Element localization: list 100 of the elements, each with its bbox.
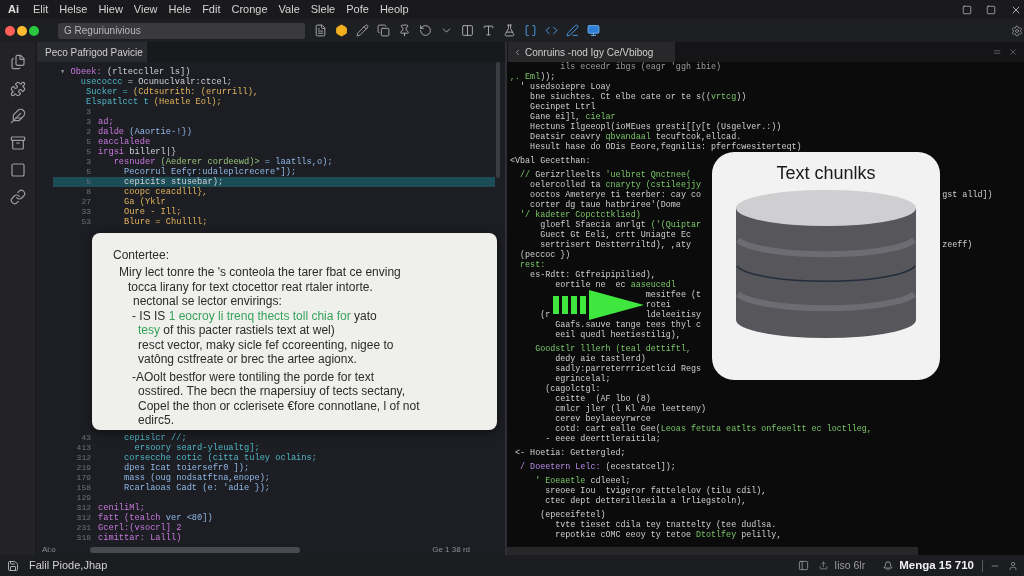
code-line: Hectuns Ilgeeopl(ioMEues gresti[[y[t (Usgelver.:)) xyxy=(530,122,782,132)
menu-item[interactable]: Elit xyxy=(33,1,49,18)
link-icon[interactable] xyxy=(9,189,26,205)
window-square-icon[interactable] xyxy=(986,4,996,15)
menu-item[interactable]: Hele xyxy=(168,1,192,18)
line-number: 318 xyxy=(76,533,91,543)
line-number: 27 xyxy=(81,197,91,207)
code-line: (epeceifetel) xyxy=(540,510,606,520)
pen-icon[interactable] xyxy=(566,24,579,37)
line-number: 312 xyxy=(76,453,91,463)
brackets-icon[interactable] xyxy=(524,24,537,37)
menu-item[interactable]: Hiew xyxy=(98,1,123,18)
flask-icon[interactable] xyxy=(503,24,516,37)
code-line: ctec dept detterilleeila a lrliegstoln), xyxy=(545,496,747,506)
code-line: fatt (tealch ver <80]) xyxy=(98,513,213,523)
line-number: 53 xyxy=(81,217,91,227)
horizontal-scrollbar[interactable] xyxy=(507,547,918,555)
code-line: dalde (Aaortie-!}) xyxy=(98,127,192,137)
code-line: sadly:parreterrricetlcid Regs xyxy=(555,364,701,374)
puzzle-icon[interactable] xyxy=(9,81,26,97)
code-line: cmlcr jler (l Kl Ane leetteny) xyxy=(555,404,706,414)
pencil-icon[interactable] xyxy=(356,24,369,37)
code-line: cotd: cart ealle Gee(Leoas fetuta eatlts onfeeeltt ec loctlleg, xyxy=(555,424,872,434)
cursor-position: Ge 1 38 rd xyxy=(432,544,470,556)
code-line: Oure - Ill; xyxy=(124,207,182,217)
menu-item[interactable]: Pofe xyxy=(346,1,369,18)
columns-icon[interactable] xyxy=(461,24,474,37)
code-line: Blure = Chullll; xyxy=(124,217,208,227)
line-number: 5 xyxy=(86,177,91,187)
code-line: gloefl Sfaecia anrlgt ('(Quiptar xyxy=(540,220,701,230)
line-number: 312 xyxy=(76,503,91,513)
editor-tab[interactable]: Peco Pafrigod Pavicie xyxy=(37,42,147,62)
horizontal-scrollbar[interactable] xyxy=(90,547,300,553)
status-text: Iiso 6lr xyxy=(834,557,866,573)
settings-icon[interactable] xyxy=(1011,24,1023,37)
save-icon[interactable] xyxy=(7,559,19,572)
code-line: mass (oug nodsatftna,enope); xyxy=(124,473,271,483)
code-line: cerev beylaeeyrwrce xyxy=(555,414,651,424)
code-fragment: ldeleeitisy xyxy=(645,310,701,320)
archive-icon[interactable] xyxy=(9,135,26,151)
code-line: mesitfee (t xyxy=(645,290,701,300)
panel-icon[interactable] xyxy=(798,560,810,571)
code-line: sreoee Iou tvigeror fattelelov (tilu cdil), xyxy=(545,486,767,496)
code-line: Gecinpet Ltrl xyxy=(530,102,596,112)
code-line: usecoccc = Ocunuclvalr:ctcel; xyxy=(80,77,233,87)
status-position: Menga 15 710 xyxy=(899,557,974,573)
code-line: cimittar: Lalll) xyxy=(98,533,182,543)
code-line: ad; xyxy=(98,117,114,127)
menu-item[interactable]: Heolp xyxy=(379,1,409,18)
code-icon[interactable] xyxy=(545,24,558,37)
code-line: cepicits stusebar); xyxy=(124,177,224,187)
menu-item[interactable]: View xyxy=(133,1,158,18)
code-line: ▾ Obeek: (rlteccller ls]) xyxy=(60,67,191,77)
square-icon[interactable] xyxy=(9,162,26,178)
user-icon[interactable] xyxy=(1008,560,1018,571)
code-line: Gane ei]l, cielar xyxy=(530,112,616,122)
feather-icon[interactable] xyxy=(9,108,26,124)
code-line: dpes Icat toiersefr0 ]); xyxy=(124,463,250,473)
code-line: Goodstlr lllerh (teal dettiftl, xyxy=(535,344,691,354)
search-field[interactable]: G Reguriunivious xyxy=(58,22,305,39)
popup-paragraph: Miry lect tonre the 's conteola the tarer fbat ce enving tocca lirany for text ctocettor reat rtaler intorte. xyxy=(118,265,401,294)
rotate-icon[interactable] xyxy=(419,24,432,37)
code-fragment: zeeff) xyxy=(942,240,973,250)
monitor-icon[interactable] xyxy=(587,24,600,37)
menu-item[interactable]: Helse xyxy=(59,1,88,18)
editor-tab[interactable]: Conruins -nod Igy Ce/Vbibog xyxy=(508,42,675,62)
code-fragment: gst alld]) xyxy=(942,190,993,200)
code-line: Rcarlaoas Cadt (e: 'adie }); xyxy=(124,483,271,493)
text-icon[interactable] xyxy=(482,24,495,37)
copy-icon[interactable] xyxy=(377,24,390,37)
menu-item[interactable]: Fdit xyxy=(202,1,221,18)
line-number: 158 xyxy=(76,483,91,493)
upload-icon[interactable] xyxy=(819,561,829,570)
window-square-icon[interactable] xyxy=(962,4,972,15)
code-line: repotkie cOMC eeoy ty tetoe Dtotlfey pelilly, xyxy=(555,530,782,540)
line-number: 8 xyxy=(86,187,91,197)
menu-item[interactable]: Slele xyxy=(310,1,336,18)
line-number: 5 xyxy=(86,137,91,147)
code-line: ' Eoeaetle cdleeel; xyxy=(535,476,631,486)
line-number: 5 xyxy=(86,167,91,177)
chevron-left-icon[interactable] xyxy=(513,47,522,57)
code-line: rotei xyxy=(645,300,671,310)
code-line: Gcerl:(vsocrl] 2 xyxy=(98,523,182,533)
app-mark: Ai xyxy=(8,2,19,18)
files-icon[interactable] xyxy=(9,54,26,70)
code-line: dedy aie tastlerd) xyxy=(555,354,646,364)
code-line: - eeee deerttleraitila; xyxy=(545,434,661,444)
code-line: resnuder (Aederer cordeewd)> = laatlls,o); xyxy=(113,157,333,167)
bell-icon[interactable] xyxy=(883,560,894,571)
code-line: (cagolctgl: xyxy=(545,384,601,394)
pin-icon[interactable] xyxy=(398,24,411,37)
code-line: <Vbal Gecetthan: xyxy=(510,156,591,166)
code-line: (peccoc }) xyxy=(520,250,571,260)
menu-item[interactable]: Vale xyxy=(278,1,300,18)
code-line: / Doeetern Lelc: (ecestatcel]); xyxy=(520,462,676,472)
hexagon-icon[interactable] xyxy=(335,24,348,37)
file-icon[interactable] xyxy=(314,24,327,37)
code-line: eacclalede xyxy=(98,137,151,147)
menu-item[interactable]: Cronge xyxy=(231,1,268,18)
bullet-item: - IS IS 1 eocroy li trenq thects toll chia for yato tesy of this pacter rastiels text at wel) resct vector, maky sicle fef ccoreenting, nigee to vatông cstfreate or brec the artee agionx. xyxy=(131,308,394,367)
